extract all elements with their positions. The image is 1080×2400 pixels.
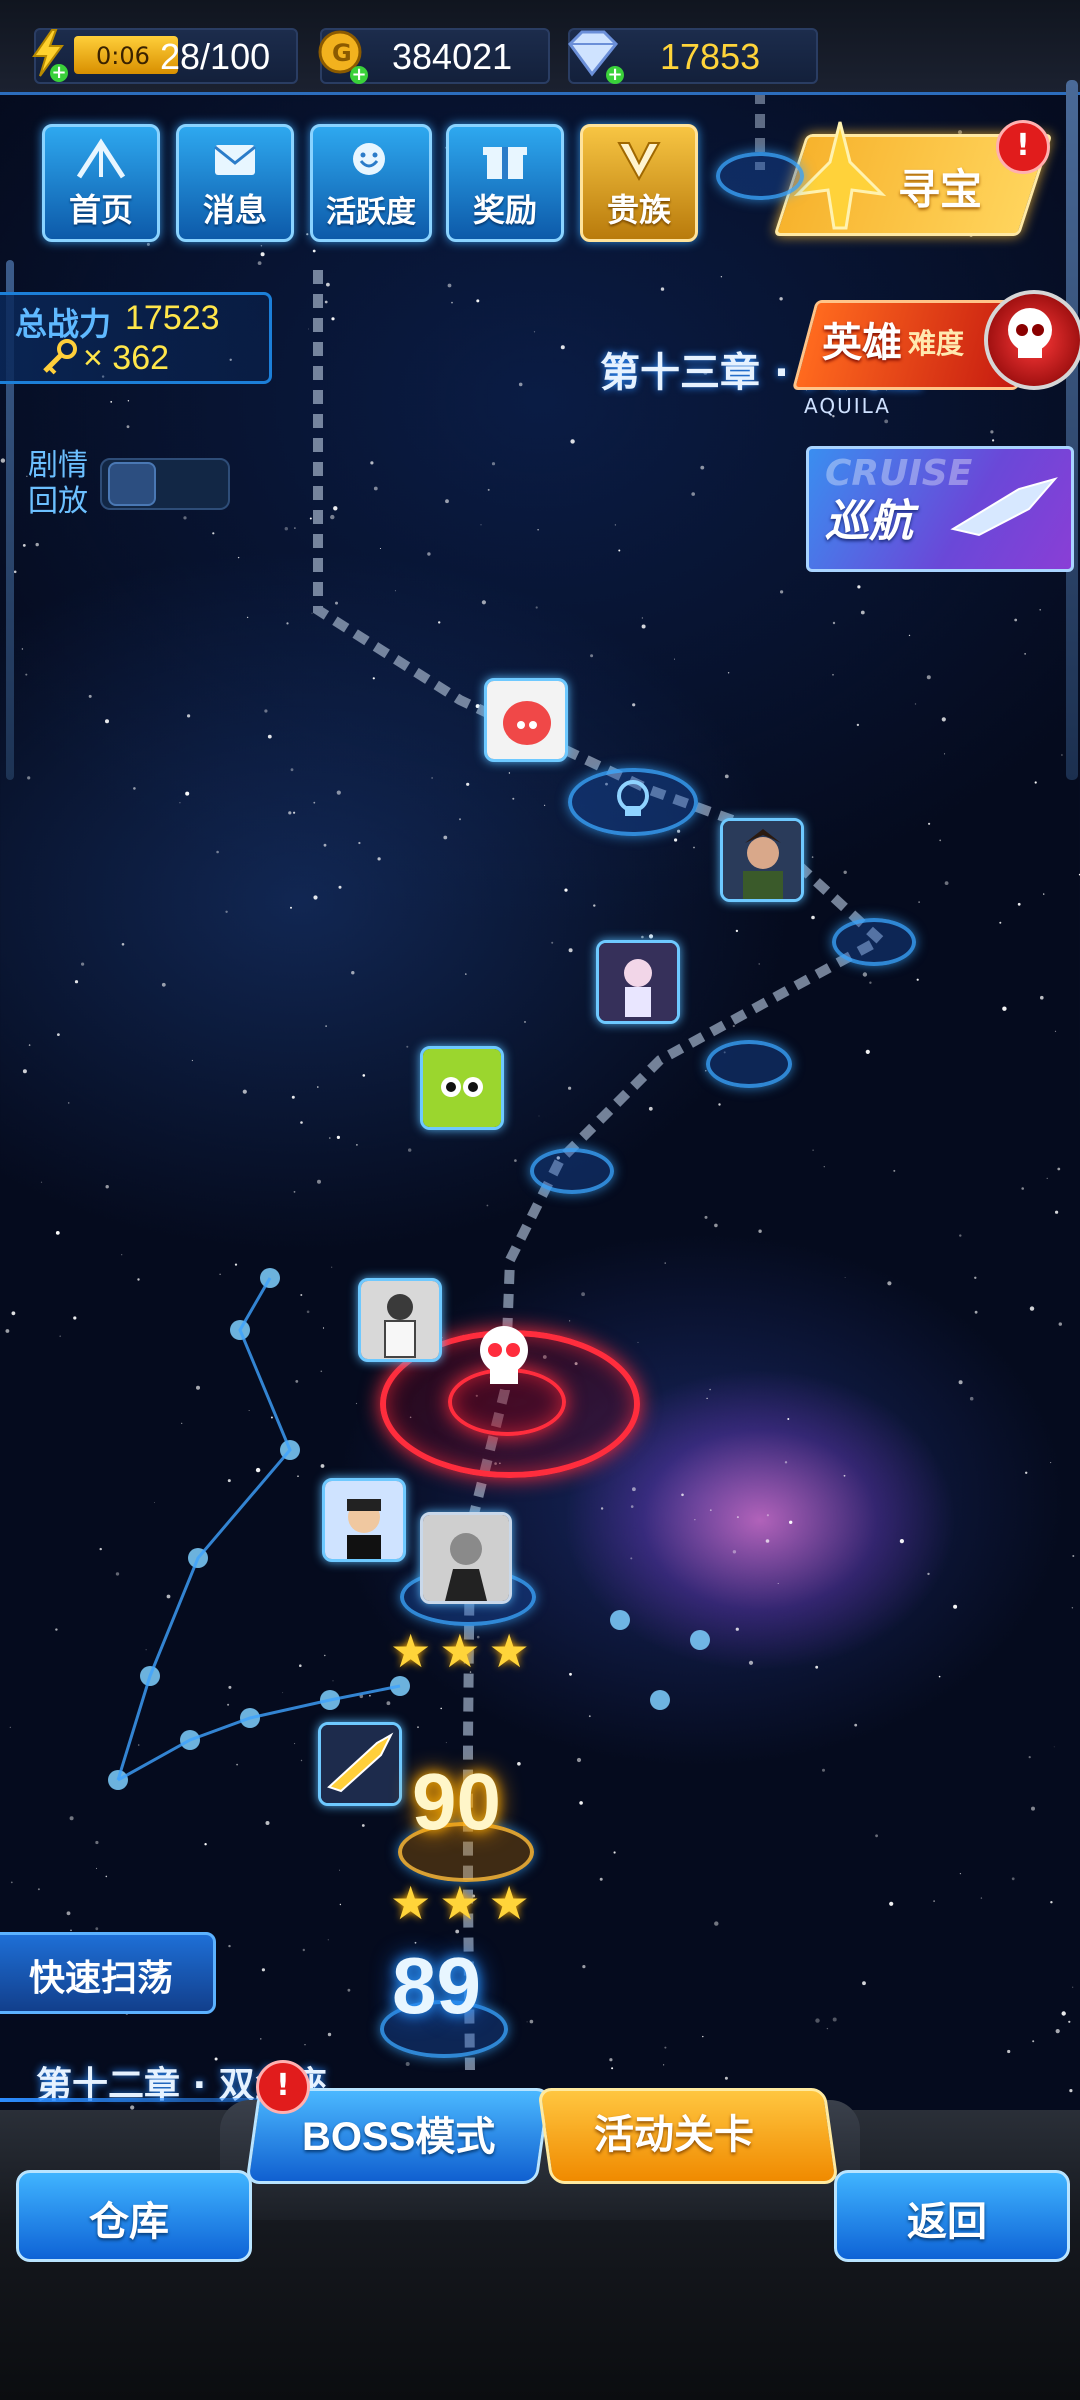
event-stage-label: 活动关卡 bbox=[594, 2112, 754, 2158]
menu-vip-button[interactable]: 贵族 bbox=[580, 124, 698, 242]
menu-rewards-label: 奖励 bbox=[472, 191, 537, 229]
menu-home-button[interactable]: 首页 bbox=[42, 124, 160, 242]
menu-rewards-button[interactable]: 奖励 bbox=[446, 124, 564, 242]
stage-node-ship[interactable] bbox=[318, 1722, 402, 1806]
gem-value: 17853 bbox=[660, 36, 761, 77]
coin-value: 384021 bbox=[392, 36, 513, 77]
stage-node-hero[interactable] bbox=[720, 818, 804, 902]
cruise-button[interactable]: CRUISE 巡航 bbox=[806, 446, 1074, 572]
svg-text:G: G bbox=[332, 39, 352, 67]
gift-icon bbox=[483, 147, 527, 179]
menu-activity-label: 活跃度 bbox=[326, 195, 416, 230]
pig-icon bbox=[487, 681, 565, 759]
energy-value: 28/100 bbox=[160, 36, 271, 77]
menu-vip-label: 贵族 bbox=[606, 191, 671, 229]
coin-plus-icon[interactable]: + bbox=[350, 66, 368, 84]
map-node-ring[interactable] bbox=[716, 152, 804, 200]
stage-node-pig[interactable] bbox=[484, 678, 568, 762]
stage-node-gentleman[interactable] bbox=[420, 1512, 512, 1604]
avatar bbox=[325, 1481, 403, 1559]
gem-plus-icon[interactable]: + bbox=[606, 66, 624, 84]
skull-icon bbox=[617, 780, 649, 816]
map-node-ring[interactable] bbox=[706, 1040, 792, 1088]
hero-difficulty-label: 英雄 bbox=[822, 320, 902, 366]
stage-node-pilot[interactable] bbox=[322, 1478, 406, 1562]
back-label: 返回 bbox=[907, 2199, 987, 2245]
treasure-alert-badge: ! bbox=[996, 120, 1050, 174]
cruise-label: 巡航 bbox=[825, 496, 913, 547]
warehouse-label: 仓库 bbox=[89, 2199, 169, 2245]
quick-sweep-button[interactable]: 快速扫荡 bbox=[0, 1932, 216, 2014]
boss-alert-badge: ! bbox=[256, 2060, 310, 2114]
avatar bbox=[599, 943, 677, 1021]
stage-node-girl[interactable] bbox=[596, 940, 680, 1024]
avatar bbox=[723, 821, 801, 899]
resource-bar: + 0:06 28/100 G + 384021 + 17853 bbox=[0, 0, 1080, 95]
menu-messages-button[interactable]: 消息 bbox=[176, 124, 294, 242]
stage-node-green-monster[interactable] bbox=[420, 1046, 504, 1130]
replay-label-line1: 剧情 bbox=[28, 448, 88, 483]
replay-label-line2: 回放 bbox=[28, 484, 88, 519]
stage-node-agent[interactable] bbox=[358, 1278, 442, 1362]
map-node-ring[interactable] bbox=[530, 1148, 614, 1194]
menu-messages-label: 消息 bbox=[202, 191, 267, 229]
quick-sweep-label: 快速扫荡 bbox=[29, 1958, 174, 1999]
hero-difficulty-sub: 难度 bbox=[908, 327, 965, 360]
right-rail bbox=[1066, 80, 1078, 780]
map-node-skull-ring[interactable] bbox=[568, 768, 698, 836]
spaceship-icon bbox=[321, 1725, 399, 1803]
coin-box[interactable]: G + 384021 bbox=[318, 28, 550, 84]
menu-home-label: 首页 bbox=[68, 191, 133, 229]
keys-value: × 362 bbox=[83, 339, 170, 377]
avatar bbox=[361, 1281, 439, 1359]
monster-icon bbox=[423, 1049, 501, 1127]
gem-box[interactable]: + 17853 bbox=[568, 28, 818, 84]
level-89-number[interactable]: 89 bbox=[392, 1940, 481, 2032]
energy-plus-icon[interactable]: + bbox=[50, 64, 68, 82]
level-90-stars: ★★★ bbox=[390, 1876, 538, 1930]
mail-icon bbox=[214, 145, 256, 175]
boss-mode-label: BOSS模式 bbox=[302, 2115, 496, 2159]
level-90-number[interactable]: 90 bbox=[412, 1756, 501, 1848]
replay-toggle-knob[interactable] bbox=[108, 462, 156, 506]
level-91-stars: ★★★ bbox=[390, 1624, 538, 1678]
warehouse-button[interactable]: 仓库 bbox=[16, 2170, 252, 2262]
menu-activity-button[interactable]: 活跃度 bbox=[310, 124, 432, 242]
energy-box[interactable]: + 0:06 28/100 bbox=[32, 28, 298, 84]
key-icon bbox=[43, 339, 77, 375]
boss-skull-icon bbox=[480, 1326, 528, 1384]
power-value: 17523 bbox=[125, 299, 220, 337]
spaceship-icon bbox=[950, 477, 1058, 537]
next-chapter-subtitle: AQUILA bbox=[804, 394, 891, 418]
back-button[interactable]: 返回 bbox=[834, 2170, 1070, 2262]
fighter-jet-icon bbox=[793, 121, 887, 230]
smile-wings-icon bbox=[353, 143, 385, 175]
vip-icon bbox=[617, 142, 661, 182]
treasure-label: 寻宝 bbox=[898, 165, 983, 214]
skull-badge bbox=[984, 290, 1080, 390]
power-panel: 总战力 17523 × 362 bbox=[0, 292, 272, 384]
map-node-ring[interactable] bbox=[832, 918, 916, 966]
replay-label: 剧情 回放 bbox=[28, 448, 88, 520]
home-icon bbox=[76, 138, 126, 179]
energy-timer: 0:06 bbox=[96, 42, 150, 70]
skull-icon bbox=[1008, 308, 1052, 358]
avatar bbox=[423, 1515, 509, 1601]
